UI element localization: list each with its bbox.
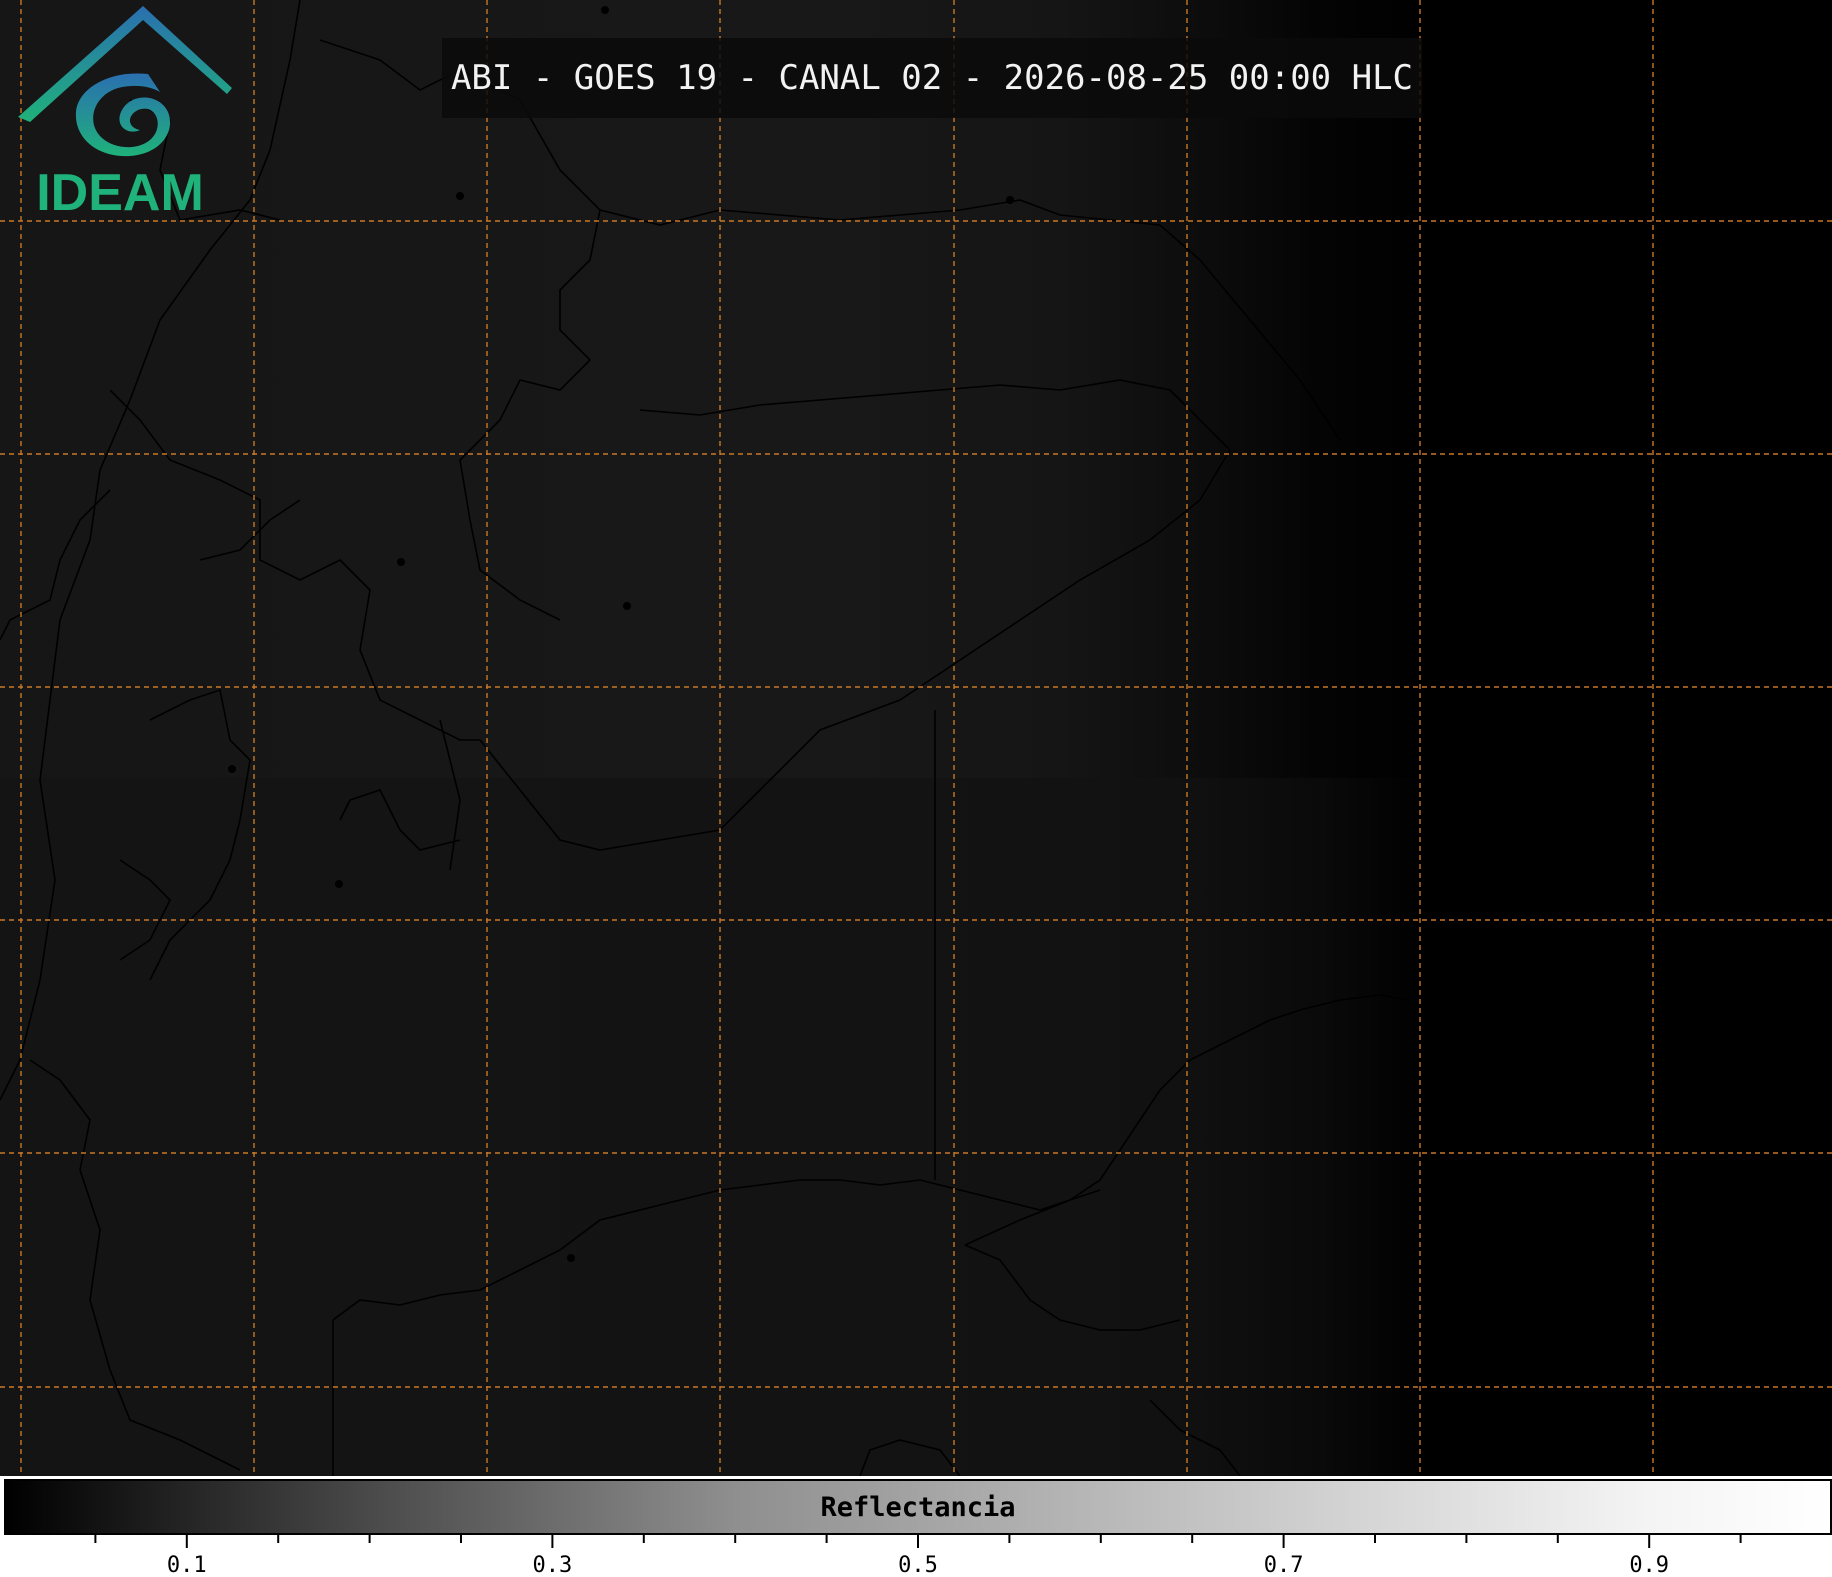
map-title-text: ABI - GOES 19 - CANAL 02 - 2026-08-25 00… bbox=[450, 58, 1414, 98]
map-title: ABI - GOES 19 - CANAL 02 - 2026-08-25 00… bbox=[442, 38, 1422, 118]
city-marker bbox=[456, 192, 464, 200]
city-marker bbox=[335, 880, 343, 888]
colorbar-tick-label: 0.5 bbox=[898, 1553, 938, 1577]
city-marker bbox=[397, 558, 405, 566]
colorbar-tick-label: 0.1 bbox=[167, 1553, 207, 1577]
colorbar-tick-label: 0.9 bbox=[1629, 1553, 1669, 1577]
colorbar: Reflectancia bbox=[4, 1479, 1832, 1535]
city-marker bbox=[623, 602, 631, 610]
ideam-swirl-logo-icon: IDEAM bbox=[18, 6, 232, 222]
city-marker bbox=[567, 1254, 575, 1262]
map-canvas bbox=[0, 0, 1832, 1476]
image-lower-band bbox=[0, 778, 1832, 1476]
colorbar-tick-label: 0.3 bbox=[533, 1553, 573, 1577]
colorbar-tick-label: 0.7 bbox=[1264, 1553, 1304, 1577]
logo-text: IDEAM bbox=[36, 164, 204, 222]
city-marker bbox=[601, 6, 609, 14]
satellite-map: ABI - GOES 19 - CANAL 02 - 2026-08-25 00… bbox=[0, 0, 1832, 1476]
city-marker bbox=[1006, 196, 1014, 204]
colorbar-axis: 0.1 0.3 0.5 0.7 0.9 bbox=[94, 1535, 1742, 1577]
colorbar-label: Reflectancia bbox=[820, 1491, 1016, 1523]
city-marker bbox=[228, 765, 236, 773]
